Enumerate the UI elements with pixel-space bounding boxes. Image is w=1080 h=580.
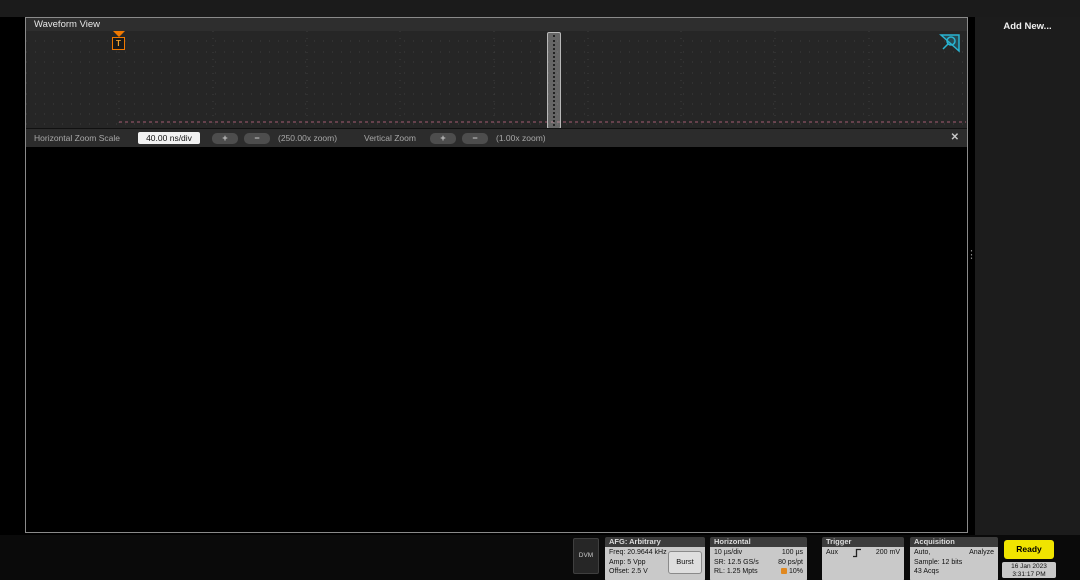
trigger-pos-percent: 10% [781,567,803,577]
vzoom-plus-button[interactable]: + [430,133,456,144]
menu-bar [0,0,1080,17]
ready-status-badge: Ready [1004,540,1054,559]
main-plot [26,147,326,297]
hzoom-scale-input[interactable]: 40.00 ns/div [138,132,200,144]
hzoom-scale-label: Horizontal Zoom Scale [34,133,120,143]
magnifier-icon[interactable] [939,33,961,58]
zoom-window-handle[interactable] [547,32,561,128]
waveform-overview[interactable]: T [26,31,967,128]
acquisition-panel[interactable]: Acquisition Auto, Analyze Sample: 12 bits… [910,537,998,580]
trigger-header: Trigger [822,537,904,547]
waveform-view-window: Waveform View T Horizontal Zoom Scale 40… [25,17,968,533]
burst-button[interactable]: Burst [668,551,702,574]
sample-rate: SR: 12.5 GS/s [714,558,759,568]
panel-drag-handle[interactable]: ⋮ [966,248,975,261]
horizontal-header: Horizontal [710,537,807,547]
zoomed-waveform-view[interactable] [26,147,967,514]
trigger-source: Aux [826,548,838,558]
dvm-button[interactable]: DVM [573,538,599,574]
acq-count: 43 Acqs [914,567,994,577]
afg-panel[interactable]: AFG: Arbitrary Freq: 20.9644 kHz Amp: 5 … [605,537,705,580]
hzoom-plus-button[interactable]: + [212,133,238,144]
date-label: 16 Jan 2023 [1002,563,1056,571]
vzoom-factor-label: (1.00x zoom) [496,133,546,143]
right-panel: Add New... [975,17,1080,535]
trigger-pos-icon [781,568,787,574]
horizontal-scale: 10 µs/div [714,548,742,558]
datetime-display: 16 Jan 2023 3:31:17 PM [1002,562,1056,578]
add-new-title: Add New... [975,21,1080,32]
horizontal-zoom-bar: Horizontal Zoom Scale 40.00 ns/div + − (… [26,128,967,148]
trigger-level: 200 mV [876,548,900,558]
acq-mode: Auto, [914,548,930,558]
bottom-bar: DVM AFG: Arbitrary Freq: 20.9644 kHz Amp… [0,535,1080,580]
overview-plot [26,31,966,127]
sample-res: 80 ps/pt [778,558,803,568]
vzoom-minus-button[interactable]: − [462,133,488,144]
acq-analyze: Analyze [969,548,994,558]
trigger-t-icon: T [112,37,125,50]
record-length: RL: 1.25 Mpts [714,567,758,577]
main-time-axis [26,514,967,532]
hzoom-minus-button[interactable]: − [244,133,270,144]
close-zoom-icon[interactable]: ✕ [951,132,959,143]
rising-edge-icon [852,548,862,558]
acq-sample-bits: Sample: 12 bits [914,558,994,568]
horizontal-span: 100 µs [782,548,803,558]
waveform-view-title: Waveform View [26,18,967,31]
trigger-position-marker[interactable]: T [112,31,125,50]
hzoom-factor-label: (250.00x zoom) [278,133,337,143]
trigger-panel[interactable]: Trigger Aux 200 mV [822,537,904,580]
horizontal-panel[interactable]: Horizontal 10 µs/div 100 µs SR: 12.5 GS/s… [710,537,807,580]
time-label: 3:31:17 PM [1002,571,1056,579]
vzoom-label: Vertical Zoom [364,133,416,143]
acquisition-header: Acquisition [910,537,998,547]
afg-header: AFG: Arbitrary [605,537,705,547]
